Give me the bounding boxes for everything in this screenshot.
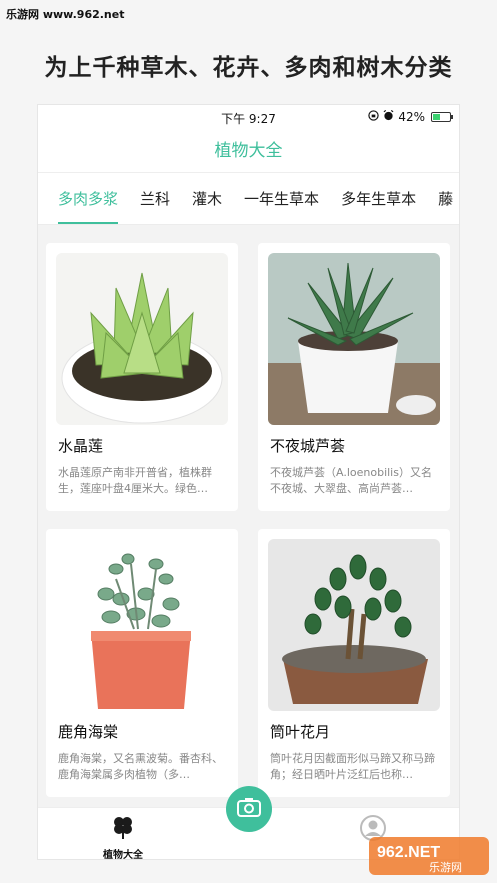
plant-image [56,539,228,711]
headline: 为上千种草木、花卉、多肉和树木分类 [44,55,453,81]
watermark-logo: 962.NET 乐游网 [369,835,489,877]
camera-button[interactable] [226,786,272,832]
tab-vines[interactable]: 藤 [438,173,453,224]
plant-card[interactable]: 不夜城芦荟 不夜城芦荟（A.loenobilis）又名不夜城、大翠盘、高尚芦荟… [258,243,450,511]
battery-percent: 42% [398,110,425,124]
tab-annual-herbs[interactable]: 一年生草本 [244,173,319,224]
tab-orchids[interactable]: 兰科 [140,173,170,224]
tab-home[interactable]: 植物大全 [98,814,148,860]
watermark-logo-text: 962.NET [377,844,440,861]
plant-image [56,253,228,425]
watermark-top: 乐游网 www.962.net [6,8,125,21]
battery-icon [431,112,453,122]
plant-card[interactable]: 水晶莲 水晶莲原产南非开普省，植株群生，莲座叶盘4厘米大。绿色… [46,243,238,511]
plant-card[interactable]: 鹿角海棠 鹿角海棠，又名熏波菊。番杏科、鹿角海棠属多肉植物（多… [46,529,238,797]
watermark-logo-subtext: 乐游网 [429,861,462,874]
plant-title: 筒叶花月 [270,723,331,741]
plant-description: 筒叶花月因截面形似马蹄又称马蹄角；经日晒叶片泛红后也称… [270,752,435,781]
camera-icon [237,797,261,821]
plant-title: 不夜城芦荟 [270,437,346,455]
plant-image [268,253,440,425]
tab-succulents[interactable]: 多肉多浆 [58,173,119,224]
status-icons: 42% [368,109,453,124]
plant-title: 鹿角海棠 [58,723,119,741]
plant-title: 水晶莲 [58,437,104,455]
category-tabs: 多肉多浆 兰科 灌木 一年生草本 多年生草本 藤 [38,173,459,225]
tab-home-label: 植物大全 [103,850,143,860]
status-bar: 下午 9:27 42% [38,105,459,129]
plant-description: 不夜城芦荟（A.loenobilis）又名不夜城、大翠盘、高尚芦荟… [270,466,432,495]
plant-description: 鹿角海棠，又名熏波菊。番杏科、鹿角海棠属多肉植物（多… [58,752,223,781]
plant-image [268,539,440,711]
tab-perennial-herbs[interactable]: 多年生草本 [341,173,416,224]
clover-icon [110,817,136,844]
plant-description: 水晶莲原产南非开普省，植株群生，莲座叶盘4厘米大。绿色… [58,466,212,495]
phone-frame: 下午 9:27 42% 植物大全 多肉多浆 兰科 灌木 一年生草本 多年生草本 … [37,104,460,860]
lock-rotation-icon [368,110,380,124]
app-title: 植物大全 [38,129,459,173]
tab-shrubs[interactable]: 灌木 [192,173,222,224]
battery-fill [433,114,440,120]
alarm-icon [383,109,394,124]
plant-card[interactable]: 筒叶花月 筒叶花月因截面形似马蹄又称马蹄角；经日晒叶片泛红后也称… [258,529,450,797]
